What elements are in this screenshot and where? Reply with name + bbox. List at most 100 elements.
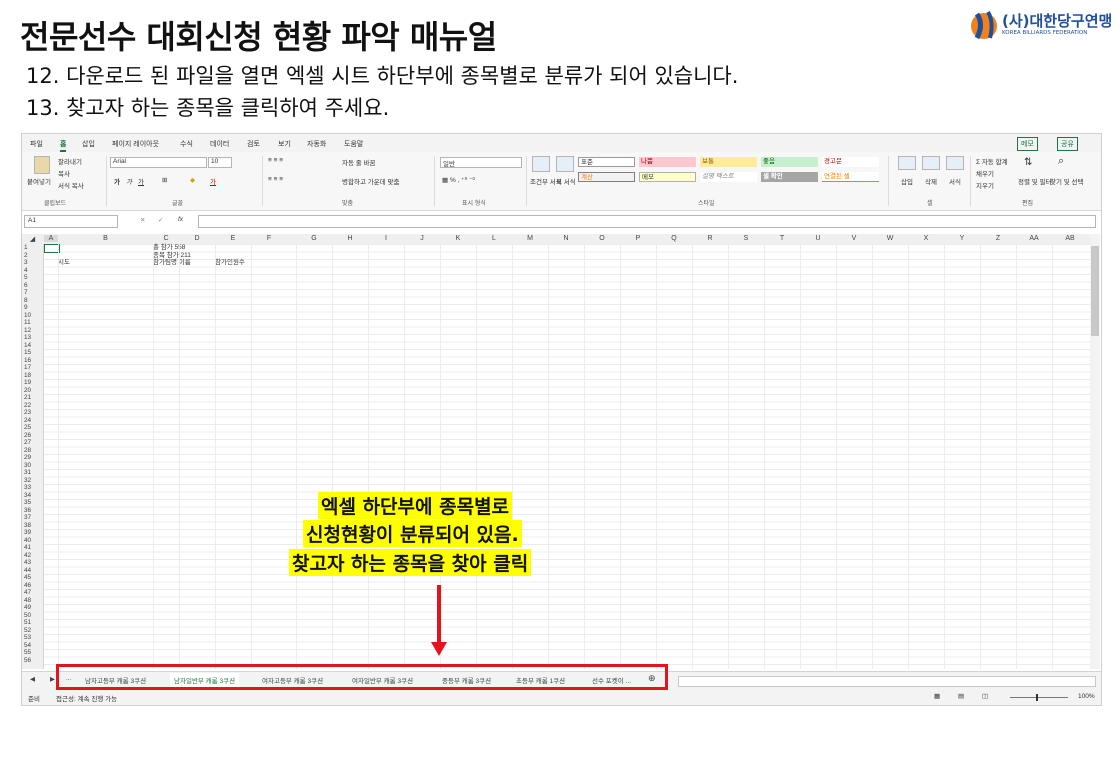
column-header-aa[interactable]: AA: [1016, 235, 1052, 242]
column-header-q[interactable]: Q: [656, 235, 692, 242]
scroll-tabs-left-icon[interactable]: ◀: [30, 675, 35, 683]
cut-button[interactable]: 잘라내기: [58, 156, 82, 166]
row-header[interactable]: 47: [24, 589, 31, 597]
column-header-o[interactable]: O: [584, 235, 620, 242]
column-header-n[interactable]: N: [548, 235, 584, 242]
column-header-p[interactable]: P: [620, 235, 656, 242]
column-header-j[interactable]: J: [404, 235, 440, 242]
row-header[interactable]: 49: [24, 604, 31, 612]
enter-icon[interactable]: ✓: [158, 216, 163, 224]
column-header-f[interactable]: F: [251, 235, 287, 242]
cell-c2[interactable]: 종목 참가 211: [153, 252, 191, 260]
column-header-v[interactable]: V: [836, 235, 872, 242]
bold-icon[interactable]: 가: [114, 176, 120, 186]
row-header[interactable]: 44: [24, 567, 31, 575]
row-header[interactable]: 11: [24, 319, 31, 327]
find-select-button[interactable]: 찾기 및 선택: [1050, 176, 1084, 186]
font-size-select[interactable]: 10: [208, 157, 232, 168]
style-linked-cell[interactable]: 연결된 셀: [822, 172, 879, 182]
tab-formulas[interactable]: 수식: [180, 139, 193, 149]
row-header[interactable]: 42: [24, 552, 31, 560]
row-header[interactable]: 29: [24, 454, 31, 462]
number-format-select[interactable]: 일반: [440, 157, 522, 168]
row-header[interactable]: 2: [24, 252, 28, 260]
insert-cells-button[interactable]: 삽입: [901, 176, 913, 186]
tab-view[interactable]: 보기: [278, 139, 291, 149]
format-as-table-icon[interactable]: [556, 156, 574, 172]
column-header-y[interactable]: Y: [944, 235, 980, 242]
row-header[interactable]: 41: [24, 544, 31, 552]
row-header[interactable]: 26: [24, 432, 31, 440]
copy-button[interactable]: 복사: [58, 168, 70, 178]
row-header[interactable]: 4: [24, 267, 28, 275]
insert-function-icon[interactable]: fx: [178, 216, 183, 223]
row-header[interactable]: 9: [24, 304, 28, 312]
column-header-k[interactable]: K: [440, 235, 476, 242]
row-header[interactable]: 21: [24, 394, 31, 402]
tab-insert[interactable]: 삽입: [82, 139, 95, 149]
row-header[interactable]: 31: [24, 469, 31, 477]
cell-c1[interactable]: 총 참가 558: [153, 244, 185, 252]
row-header[interactable]: 35: [24, 499, 31, 507]
column-header-w[interactable]: W: [872, 235, 908, 242]
align-left-icon[interactable]: ≡ ≡ ≡: [268, 176, 283, 183]
vertical-scrollbar[interactable]: [1090, 234, 1100, 669]
row-header[interactable]: 46: [24, 582, 31, 590]
fill-button[interactable]: 채우기: [976, 168, 994, 178]
column-header-u[interactable]: U: [800, 235, 836, 242]
zoom-slider[interactable]: [1010, 697, 1068, 698]
format-cells-button[interactable]: 서식: [949, 176, 961, 186]
row-header[interactable]: 1: [24, 244, 28, 252]
row-header[interactable]: 32: [24, 477, 31, 485]
column-header-g[interactable]: G: [296, 235, 332, 242]
column-header-x[interactable]: X: [908, 235, 944, 242]
row-header[interactable]: 3: [24, 259, 28, 267]
row-header[interactable]: 24: [24, 417, 31, 425]
fill-color-icon[interactable]: ◆: [190, 176, 195, 184]
row-header[interactable]: 40: [24, 537, 31, 545]
row-header[interactable]: 13: [24, 334, 31, 342]
zoom-level[interactable]: 100%: [1078, 693, 1095, 700]
scroll-tabs-right-icon[interactable]: ▶: [50, 675, 55, 683]
tab-automate[interactable]: 자동화: [307, 139, 326, 149]
row-header[interactable]: 20: [24, 387, 31, 395]
row-header[interactable]: 37: [24, 514, 31, 522]
normal-view-icon[interactable]: ▦: [934, 692, 940, 700]
sort-filter-icon[interactable]: ⇅: [1024, 157, 1032, 168]
italic-icon[interactable]: 가: [126, 176, 132, 186]
row-header[interactable]: 23: [24, 409, 31, 417]
row-header[interactable]: 45: [24, 574, 31, 582]
column-header-m[interactable]: M: [512, 235, 548, 242]
percent-icon[interactable]: ▦ % , ⁺⁰ ⁻⁰: [442, 176, 475, 184]
column-header-r[interactable]: R: [692, 235, 728, 242]
clear-button[interactable]: 지우기: [976, 180, 994, 190]
comments-button[interactable]: 메모: [1017, 137, 1038, 151]
row-header[interactable]: 52: [24, 627, 31, 635]
row-header[interactable]: 55: [24, 649, 31, 657]
tab-file[interactable]: 파일: [30, 139, 43, 149]
column-header-z[interactable]: Z: [980, 235, 1016, 242]
cell-c3[interactable]: 참가팀명 이름: [153, 259, 191, 267]
status-accessibility[interactable]: 접근성: 계속 진행 가능: [56, 693, 117, 703]
zoom-slider-thumb[interactable]: [1036, 694, 1038, 701]
column-header-l[interactable]: L: [476, 235, 512, 242]
cell-a3[interactable]: 시도: [58, 259, 70, 267]
style-calculation[interactable]: 계산: [578, 172, 635, 182]
wrap-text-button[interactable]: 자동 줄 바꿈: [342, 157, 376, 167]
row-header[interactable]: 12: [24, 327, 31, 335]
row-header[interactable]: 48: [24, 597, 31, 605]
row-header[interactable]: 18: [24, 372, 31, 380]
name-box[interactable]: A1: [24, 215, 118, 228]
formula-input[interactable]: [198, 215, 1096, 228]
row-header[interactable]: 56: [24, 657, 31, 665]
format-cells-icon[interactable]: [946, 156, 964, 170]
tab-review[interactable]: 검토: [247, 139, 260, 149]
row-header[interactable]: 27: [24, 439, 31, 447]
tab-help[interactable]: 도움말: [344, 139, 363, 149]
row-header[interactable]: 51: [24, 619, 31, 627]
row-header[interactable]: 34: [24, 492, 31, 500]
find-search-icon[interactable]: ⌕: [1058, 155, 1064, 168]
row-header[interactable]: 15: [24, 349, 31, 357]
column-header-t[interactable]: T: [764, 235, 800, 242]
underline-icon[interactable]: 가: [138, 176, 144, 186]
